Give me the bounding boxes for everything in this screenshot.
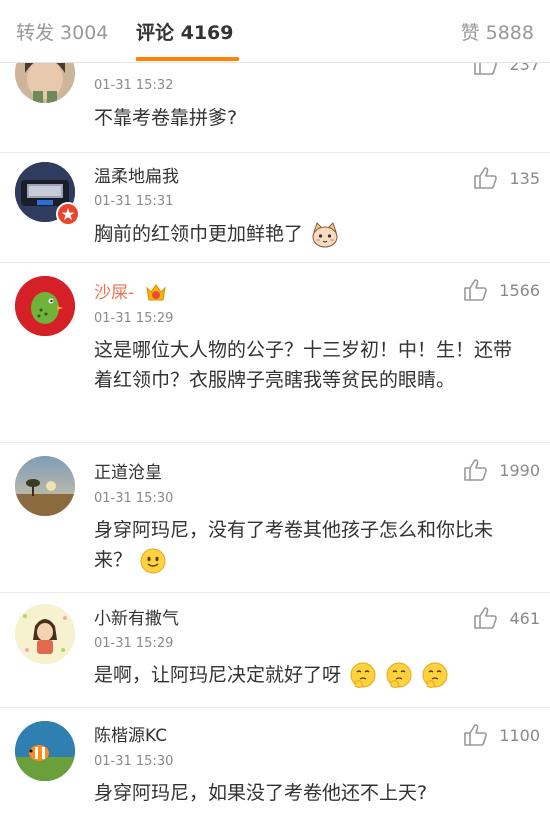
like-button[interactable]: 461 — [473, 606, 540, 630]
like-button[interactable]: 1100 — [463, 723, 540, 747]
comment-item: 陈楷源KC 01-31 15:30 身穿阿玛尼，如果没了考卷他还不上天? 110… — [0, 707, 550, 814]
like-button[interactable]: 135 — [473, 166, 540, 190]
avatar[interactable] — [15, 276, 75, 336]
avatar[interactable] — [15, 604, 75, 664]
comment-item: 温柔地扁我 01-31 15:31 胸前的红领巾更加鲜艳了 135 — [0, 152, 550, 263]
thinking-emoji-icon — [422, 662, 448, 688]
thumbs-up-icon — [474, 167, 498, 189]
comment-text: 是啊，让阿玛尼决定就好了呀 — [94, 664, 342, 686]
comment-list: 01-31 15:32 不靠考卷靠拼爹? 237 温柔地扁我 01-31 15:… — [0, 62, 550, 814]
like-button[interactable]: 1566 — [463, 278, 540, 302]
comment-time: 01-31 15:32 — [94, 78, 174, 93]
thumbs-up-icon — [474, 62, 498, 75]
like-count: 1990 — [499, 460, 540, 480]
comment-text-wrap: 是啊，让阿玛尼决定就好了呀 — [94, 660, 534, 690]
tab-comments[interactable]: 评论 4169 — [136, 18, 234, 45]
comment-time: 01-31 15:29 — [94, 311, 174, 326]
like-button[interactable]: 237 — [473, 62, 540, 76]
comment-tabs: 转发 3004 评论 4169 赞 5888 — [0, 0, 550, 63]
comment-time: 01-31 15:31 — [94, 194, 174, 209]
vip-badge-icon — [145, 284, 166, 301]
thumbs-up-icon — [464, 724, 488, 746]
comment-time: 01-31 15:29 — [94, 636, 174, 651]
cat-emoji-icon — [312, 221, 338, 247]
active-tab-indicator — [136, 57, 239, 61]
comment-item: 小新有撒气 01-31 15:29 是啊，让阿玛尼决定就好了呀 461 — [0, 592, 550, 708]
tab-repost[interactable]: 转发 3004 — [16, 18, 108, 45]
like-count: 461 — [509, 608, 540, 628]
avatar[interactable] — [15, 62, 75, 103]
comment-username-wrap[interactable]: 沙屎- — [94, 278, 168, 304]
comment-text-wrap: 胸前的红领巾更加鲜艳了 — [94, 219, 534, 249]
thumbs-up-icon — [464, 459, 488, 481]
comment-item: 正道沧皇 01-31 15:30 身穿阿玛尼，没有了考卷其他孩子怎么和你比未来？… — [0, 442, 550, 593]
like-count: 1566 — [499, 280, 540, 300]
comment-username[interactable]: 沙屎- — [94, 283, 134, 303]
comment-text: 这是哪位大人物的公子？十三岁初！中！生！还带着红领巾？衣服牌子亮瞎我等贫民的眼睛… — [94, 339, 513, 391]
comment-text: 不靠考卷靠拼爹? — [94, 107, 238, 129]
comment-username[interactable]: 温柔地扁我 — [94, 162, 179, 187]
like-count: 1100 — [499, 725, 540, 745]
smile-emoji-icon — [140, 548, 166, 573]
tab-likes[interactable]: 赞 5888 — [461, 18, 534, 45]
like-count: 237 — [509, 62, 540, 74]
comment-item: 沙屎- 01-31 15:29 这是哪位大人物的公子？十三岁初！中！生！还带着红… — [0, 262, 550, 443]
comment-text: 胸前的红领巾更加鲜艳了 — [94, 223, 304, 245]
thinking-emoji-icon — [350, 662, 376, 688]
comment-username[interactable]: 小新有撒气 — [94, 604, 179, 629]
comment-text: 身穿阿玛尼，如果没了考卷他还不上天? — [94, 782, 428, 804]
thumbs-up-icon — [474, 607, 498, 629]
comment-text-wrap: 身穿阿玛尼，没有了考卷其他孩子怎么和你比未来？ — [94, 515, 519, 575]
thinking-emoji-icon — [386, 662, 412, 688]
comment-time: 01-31 15:30 — [94, 491, 174, 506]
comment-time: 01-31 15:30 — [94, 754, 174, 769]
comment-username[interactable]: 陈楷源KC — [94, 721, 167, 746]
verified-badge-icon — [56, 202, 80, 226]
like-button[interactable]: 1990 — [463, 458, 540, 482]
avatar[interactable] — [15, 456, 75, 516]
thumbs-up-icon — [464, 279, 488, 301]
comment-item: 01-31 15:32 不靠考卷靠拼爹? 237 — [0, 62, 550, 153]
avatar[interactable] — [15, 721, 75, 781]
comment-username[interactable]: 正道沧皇 — [94, 458, 162, 483]
like-count: 135 — [509, 168, 540, 188]
